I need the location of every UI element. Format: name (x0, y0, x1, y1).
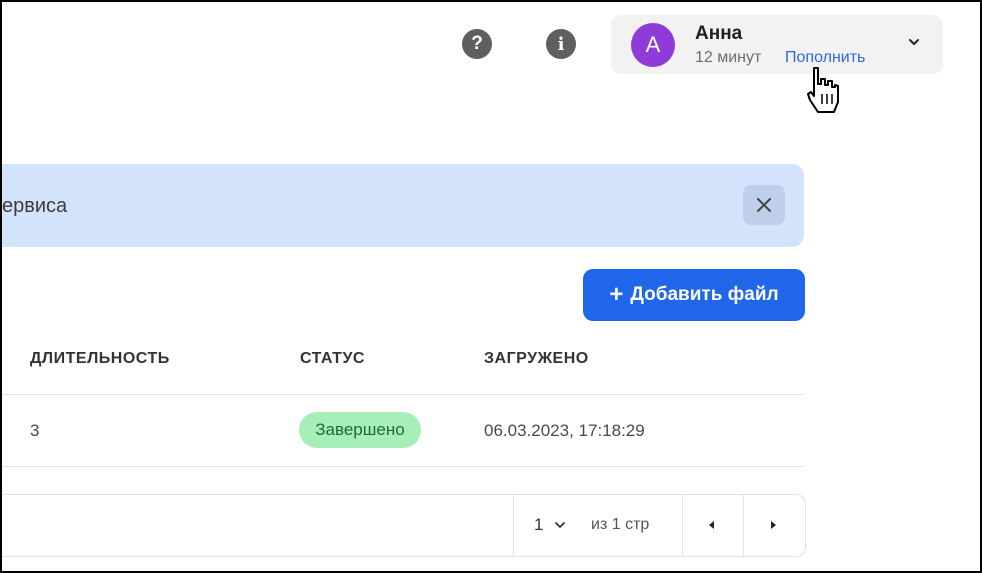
column-uploaded[interactable]: ЗАГРУЖЕНО (484, 350, 589, 368)
pagination-bar (2, 494, 806, 557)
banner-text: ервиса (2, 195, 68, 217)
page-select[interactable]: 1 (534, 515, 567, 535)
chevron-down-icon (555, 522, 566, 528)
column-status[interactable]: СТАТУС (300, 350, 365, 368)
pager-divider (513, 495, 514, 556)
pager-divider (682, 495, 683, 556)
user-menu[interactable]: А Анна 12 минут Пополнить (611, 15, 943, 74)
page-count: из 1 стр (591, 516, 650, 533)
plus-icon: + (609, 281, 624, 308)
column-duration[interactable]: ДЛИТЕЛЬНОСТЬ (30, 350, 170, 368)
uploaded-cell: 06.03.2023, 17:18:29 (484, 421, 645, 440)
chevron-down-icon[interactable] (907, 35, 921, 49)
info-icon[interactable]: i (546, 29, 576, 59)
table-divider (2, 394, 804, 395)
next-page-icon[interactable] (766, 518, 780, 532)
remaining-time: 12 минут (695, 49, 762, 66)
user-name: Анна (695, 23, 743, 44)
hand-pointer-icon (807, 67, 839, 113)
duration-cell: 3 (30, 421, 40, 440)
current-page: 1 (534, 515, 544, 534)
app-window: ? i А Анна 12 минут Пополнить ервиса + Д… (0, 0, 982, 573)
info-banner: ервиса (2, 164, 804, 247)
add-file-button[interactable]: + Добавить файл (583, 269, 805, 321)
prev-page-icon[interactable] (705, 518, 719, 532)
close-icon (757, 198, 771, 212)
table-divider (2, 466, 804, 467)
add-file-label: Добавить файл (630, 284, 779, 305)
avatar[interactable]: А (631, 23, 675, 67)
pager-divider (743, 495, 744, 556)
help-icon[interactable]: ? (462, 29, 492, 59)
status-badge: Завершено (299, 412, 421, 448)
close-banner-button[interactable] (743, 185, 785, 225)
